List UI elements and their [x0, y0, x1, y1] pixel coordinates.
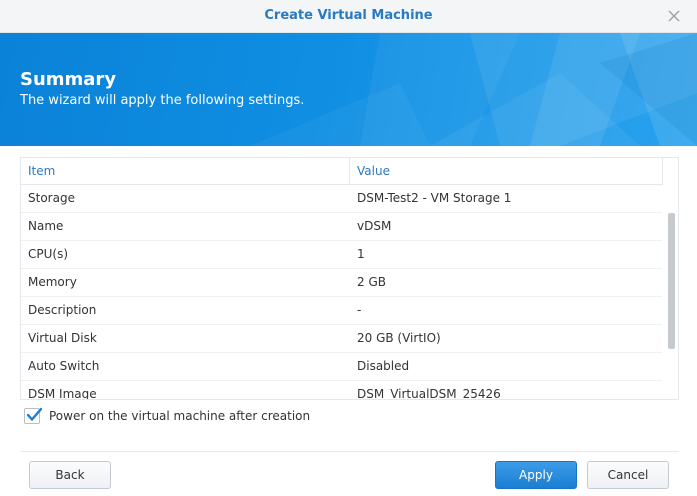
row-item: Virtual Disk [28, 331, 97, 345]
row-value: 20 GB (VirtIO) [357, 331, 441, 345]
table-scrollbar[interactable] [662, 185, 678, 399]
footer-divider [20, 451, 679, 452]
row-item: Storage [28, 191, 75, 205]
row-value: 1 [357, 247, 365, 261]
power-on-checkbox[interactable] [24, 407, 43, 424]
table-row[interactable]: Memory 2 GB [21, 269, 663, 297]
row-item: Memory [28, 275, 77, 289]
row-item: CPU(s) [28, 247, 69, 261]
close-button[interactable] [665, 7, 683, 25]
table-row[interactable]: Virtual Disk 20 GB (VirtIO) [21, 325, 663, 353]
table-row[interactable]: Storage DSM-Test2 - VM Storage 1 [21, 185, 663, 213]
row-value: - [357, 303, 362, 317]
title-bar: Create Virtual Machine [0, 0, 697, 33]
row-item: Auto Switch [28, 359, 100, 373]
summary-table: Item Value Storage DSM-Test2 - VM Storag… [20, 157, 679, 400]
row-value: vDSM [357, 219, 392, 233]
row-value: Disabled [357, 359, 410, 373]
table-row[interactable]: Description - [21, 297, 663, 325]
column-header-item[interactable]: Item [21, 158, 350, 184]
scrollbar-thumb[interactable] [668, 213, 675, 349]
power-on-label[interactable]: Power on the virtual machine after creat… [49, 409, 310, 423]
row-item: Description [28, 303, 97, 317]
apply-button[interactable]: Apply [495, 461, 577, 489]
row-item: DSM Image [28, 387, 97, 400]
table-body: Storage DSM-Test2 - VM Storage 1 Name vD… [21, 185, 663, 400]
row-value: DSM_VirtualDSM_25426 [357, 387, 501, 400]
column-header-value[interactable]: Value [350, 158, 663, 184]
table-header: Item Value [21, 158, 663, 185]
back-button[interactable]: Back [29, 461, 111, 489]
table-row[interactable]: CPU(s) 1 [21, 241, 663, 269]
window-title: Create Virtual Machine [264, 8, 433, 23]
table-row[interactable]: Name vDSM [21, 213, 663, 241]
row-item: Name [28, 219, 64, 233]
checkmark-icon [26, 407, 43, 421]
table-row[interactable]: Auto Switch Disabled [21, 353, 663, 381]
close-icon [668, 10, 680, 22]
wizard-banner: Summary The wizard will apply the follow… [0, 33, 697, 146]
banner-subtitle: The wizard will apply the following sett… [20, 93, 305, 108]
cancel-button[interactable]: Cancel [587, 461, 669, 489]
table-row[interactable]: DSM Image DSM_VirtualDSM_25426 [21, 381, 663, 400]
banner-title: Summary [20, 69, 117, 90]
row-value: 2 GB [357, 275, 386, 289]
row-value: DSM-Test2 - VM Storage 1 [357, 191, 512, 205]
